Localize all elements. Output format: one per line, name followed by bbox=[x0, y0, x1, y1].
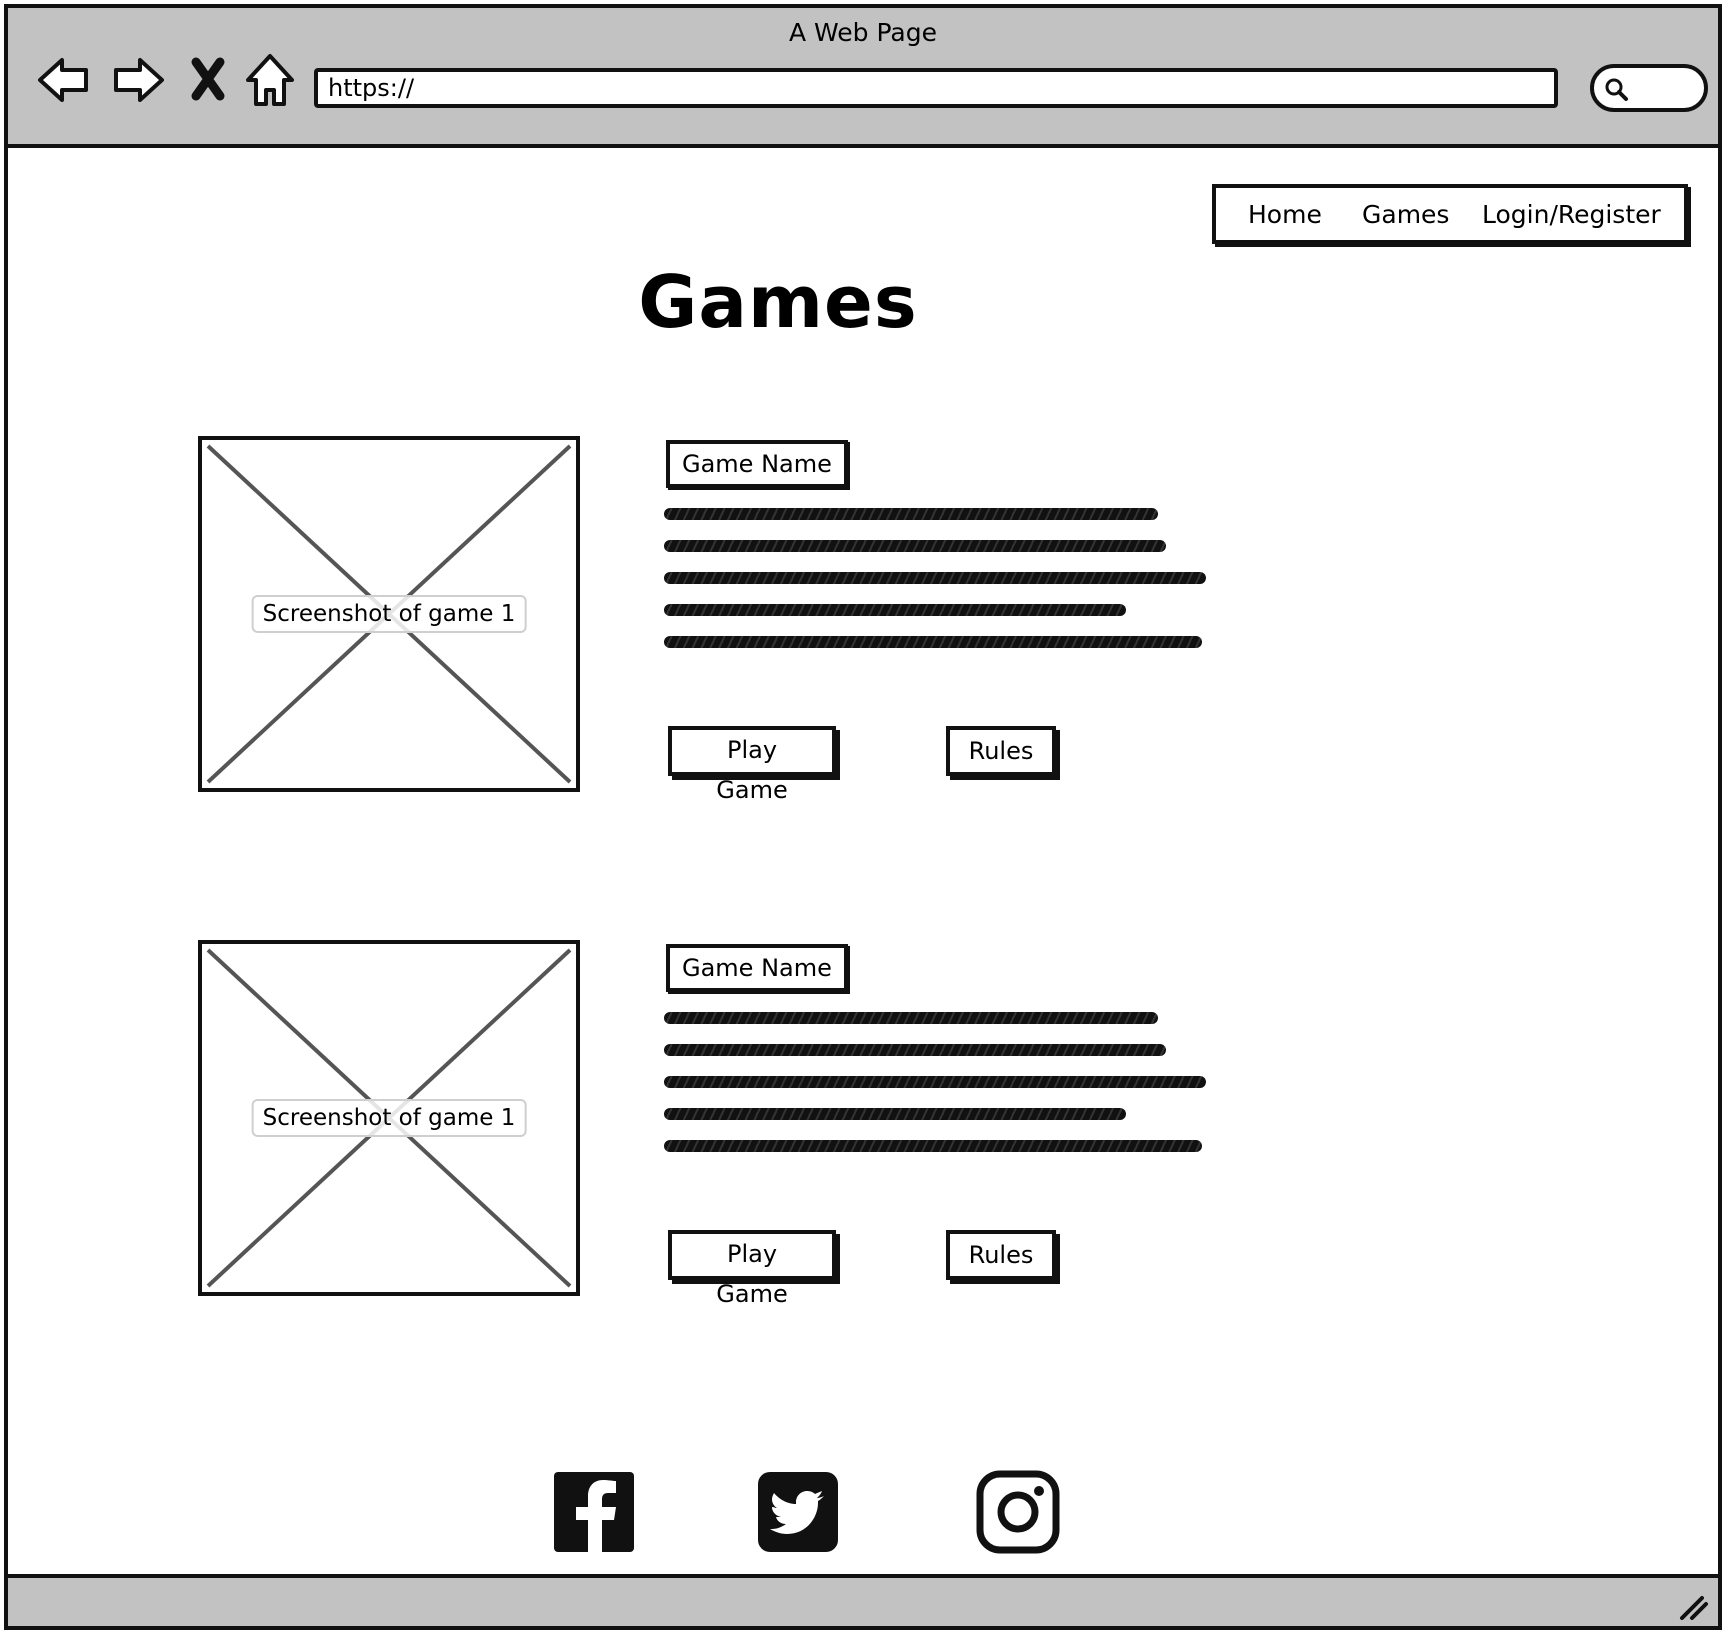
game-name-label: Game Name bbox=[666, 944, 848, 992]
description-scribble-line bbox=[664, 1108, 1126, 1120]
play-game-button[interactable]: Play Game bbox=[668, 726, 836, 804]
description-scribble-line bbox=[664, 1012, 1158, 1024]
game-card: Screenshot of game 1 Game Name Play Game… bbox=[198, 940, 1498, 1308]
browser-search-field[interactable] bbox=[1590, 64, 1708, 112]
description-scribble-line bbox=[664, 636, 1202, 648]
page-title: Games bbox=[638, 260, 918, 344]
facebook-icon[interactable] bbox=[552, 1470, 636, 1554]
screenshot-caption: Screenshot of game 1 bbox=[251, 1099, 527, 1137]
nav-link-login-register[interactable]: Login/Register bbox=[1482, 200, 1661, 229]
browser-window: A Web Page https:// Home Games Login/Reg… bbox=[4, 4, 1722, 1630]
screenshot-caption: Screenshot of game 1 bbox=[251, 595, 527, 633]
search-icon bbox=[1605, 78, 1628, 101]
window-title: A Web Page bbox=[788, 18, 938, 47]
description-scribble-line bbox=[664, 540, 1166, 552]
resize-handle-icon[interactable] bbox=[1676, 1592, 1710, 1622]
stop-x-icon[interactable] bbox=[180, 50, 240, 110]
game-screenshot-placeholder: Screenshot of game 1 bbox=[198, 436, 580, 792]
description-scribble-line bbox=[664, 572, 1206, 584]
site-navigation: Home Games Login/Register bbox=[1212, 184, 1688, 244]
instagram-icon[interactable] bbox=[976, 1470, 1060, 1554]
nav-link-home[interactable]: Home bbox=[1248, 200, 1322, 229]
description-scribble-line bbox=[664, 1140, 1202, 1152]
forward-arrow-icon[interactable] bbox=[108, 50, 168, 110]
description-scribble-line bbox=[664, 604, 1126, 616]
play-game-button[interactable]: Play Game bbox=[668, 1230, 836, 1308]
game-name-label: Game Name bbox=[666, 440, 848, 488]
game-screenshot-placeholder: Screenshot of game 1 bbox=[198, 940, 580, 1296]
game-description bbox=[664, 508, 1206, 668]
browser-toolbar: A Web Page https:// bbox=[8, 8, 1718, 148]
twitter-icon[interactable] bbox=[756, 1470, 840, 1554]
description-scribble-line bbox=[664, 1076, 1206, 1088]
rules-button[interactable]: Rules bbox=[946, 726, 1056, 776]
description-scribble-line bbox=[664, 508, 1158, 520]
home-icon[interactable] bbox=[240, 50, 300, 110]
game-card: Screenshot of game 1 Game Name Play Game… bbox=[198, 436, 1498, 804]
back-arrow-icon[interactable] bbox=[34, 50, 94, 110]
url-input[interactable]: https:// bbox=[314, 68, 1558, 108]
browser-status-bar bbox=[8, 1574, 1718, 1626]
game-description bbox=[664, 1012, 1206, 1172]
rules-button[interactable]: Rules bbox=[946, 1230, 1056, 1280]
nav-link-games[interactable]: Games bbox=[1362, 200, 1449, 229]
description-scribble-line bbox=[664, 1044, 1166, 1056]
